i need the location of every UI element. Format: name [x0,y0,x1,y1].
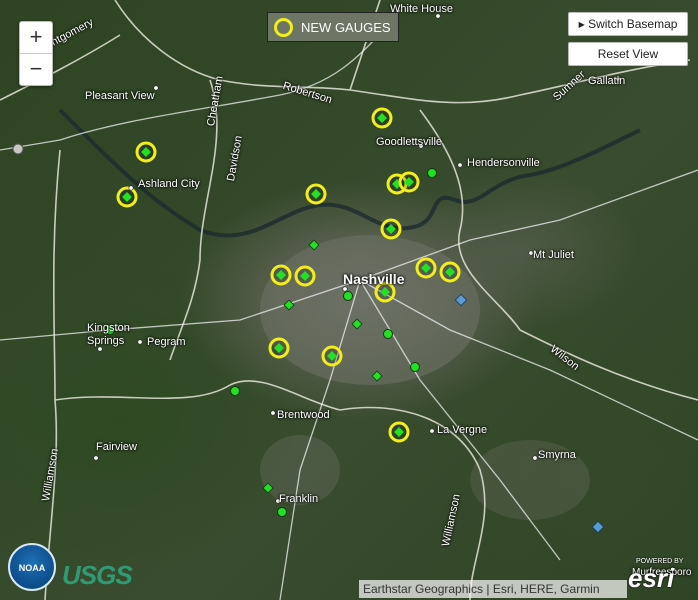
gauge-diamond-marker[interactable] [371,370,383,382]
noaa-logo-text: NOAA [18,563,46,573]
city-dot [342,286,348,292]
new-gauge-marker[interactable] [439,261,461,283]
usgs-logo: USGS [62,560,133,590]
new-gauge-marker[interactable] [380,218,402,240]
gauge-circle-marker[interactable] [410,362,420,372]
new-gauge-marker[interactable] [268,337,290,359]
legend-new-gauges: NEW GAUGES [267,12,399,42]
place-gallatin: Gallatin [588,75,626,87]
gauge-diamond-marker[interactable] [262,482,274,494]
place-mt-juliet: Mt Juliet [533,249,574,261]
place-brentwood: Brentwood [277,409,330,421]
caret-right-icon: ▶ [578,20,585,29]
zoom-out-button[interactable]: − [20,54,52,85]
satellite-map[interactable]: White House Pleasant View Gallatin Goodl… [0,0,698,600]
gauge-blue-diamond-marker[interactable] [454,293,468,307]
zoom-control: + − [19,21,53,86]
new-gauge-marker[interactable] [270,264,292,286]
legend-label: NEW GAUGES [301,19,391,35]
city-dot [429,428,435,434]
esri-logo: POWERED BY esri [628,558,683,592]
place-pleasant-view: Pleasant View [85,90,155,102]
gauge-circle-marker[interactable] [343,291,353,301]
new-gauge-marker[interactable] [321,345,343,367]
place-smyrna: Smyrna [538,449,576,461]
gauge-diamond-marker[interactable] [308,239,320,251]
switch-basemap-label: Switch Basemap [588,17,678,31]
new-gauge-marker[interactable] [294,265,316,287]
place-goodlettsville: Goodlettsville [376,136,443,148]
gauge-circle-marker[interactable] [383,329,393,339]
ring-icon [274,17,293,37]
gauge-circle-marker[interactable] [427,168,437,178]
gauge-diamond-marker[interactable] [283,299,295,311]
city-dot [93,455,99,461]
new-gauge-marker[interactable] [305,183,327,205]
gauge-diamond-marker[interactable] [351,318,363,330]
new-gauge-marker[interactable] [116,186,138,208]
map-attribution[interactable]: Earthstar Geographics | Esri, HERE, Garm… [359,580,627,598]
city-dot [137,339,143,345]
esri-logo-text: esri [628,563,675,593]
new-gauge-marker[interactable] [398,171,420,193]
new-gauge-marker[interactable] [371,107,393,129]
city-dot [457,162,463,168]
noaa-logo: NOAA [8,543,56,591]
city-dot [532,455,538,461]
place-la-vergne: La Vergne [437,424,488,436]
place-hendersonville: Hendersonville [467,157,540,169]
new-gauge-marker[interactable] [388,421,410,443]
zoom-in-button[interactable]: + [20,22,52,53]
place-fairview: Fairview [96,441,137,453]
new-gauge-marker[interactable] [135,141,157,163]
place-kingston-springs: Kingston Springs [87,322,130,347]
gauge-circle-marker[interactable] [277,507,287,517]
place-nashville: Nashville [343,271,405,287]
gauge-gray-marker[interactable] [12,143,24,155]
place-franklin: Franklin [279,493,319,505]
city-dot [128,185,134,191]
city-dot [270,410,276,416]
switch-basemap-button[interactable]: ▶ Switch Basemap [568,12,688,36]
place-ashland-city: Ashland City [138,178,200,190]
reset-view-button[interactable]: Reset View [568,42,688,66]
place-pegram: Pegram [147,336,186,348]
new-gauge-marker[interactable] [415,257,437,279]
gauge-circle-marker[interactable] [230,386,240,396]
place-white-house: White House [390,3,453,15]
gauge-blue-diamond-marker[interactable] [591,520,605,534]
